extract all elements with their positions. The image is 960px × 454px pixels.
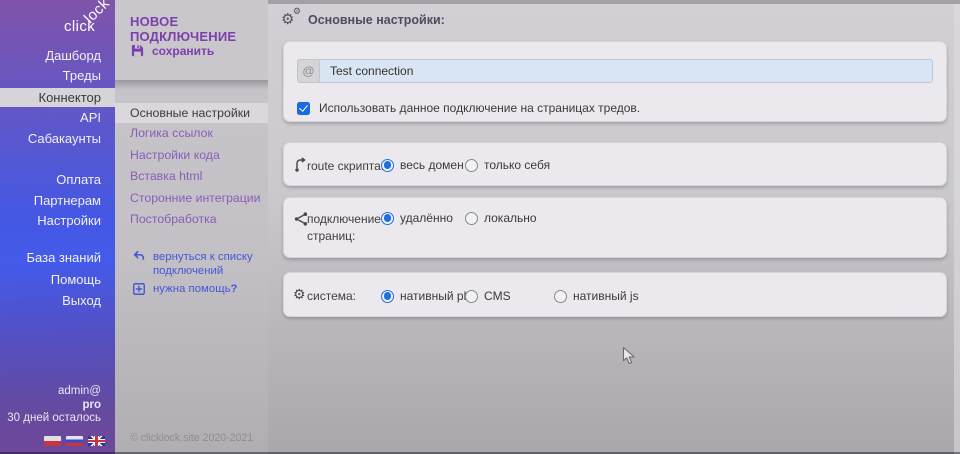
radio-label: CMS <box>484 289 511 303</box>
save-button-label: сохранить <box>152 44 214 58</box>
panel-item-integrations[interactable]: Сторонние интеграции <box>115 188 268 208</box>
sidebar-item-subaccounts[interactable]: Сабакаунты <box>0 130 115 148</box>
back-to-connections-link[interactable]: вернуться к списку подключений <box>132 250 259 278</box>
need-help-link[interactable]: нужна помощь? <box>132 282 259 296</box>
radio-label: локально <box>484 211 537 225</box>
mouse-cursor <box>622 346 636 366</box>
sidebar-item-help[interactable]: Помощь <box>0 271 115 289</box>
top-edge <box>268 0 960 4</box>
flag-white-red-icon[interactable] <box>44 436 61 446</box>
script-route-label: route скрипта: <box>307 159 384 173</box>
radio-native-js[interactable]: нативный js <box>554 289 639 303</box>
flag-uk-icon[interactable] <box>88 436 105 446</box>
help-link-label: нужна помощь? <box>153 282 259 296</box>
connection-name-group: @ <box>297 59 933 83</box>
account-info: admin@ pro 30 дней осталось <box>7 385 101 426</box>
panel-item-html-insert[interactable]: Вставка html <box>115 166 268 186</box>
panel-header: НОВОЕ ПОДКЛЮЧЕНИЕ сохранить <box>115 0 268 80</box>
sidebar-item-payment[interactable]: Оплата <box>0 171 115 189</box>
sidebar-item-threads[interactable]: Треды <box>0 67 115 85</box>
section-heading: ⚙⚙ Основные настройки: <box>281 11 445 29</box>
panel-divider-shadow <box>115 80 268 90</box>
radio-label: нативный js <box>573 289 639 303</box>
panel-title: НОВОЕ ПОДКЛЮЧЕНИЕ <box>130 14 268 44</box>
use-on-threads-label: Использовать данное подключение на стран… <box>319 101 640 115</box>
radio-button[interactable] <box>465 212 478 225</box>
radio-label: только себя <box>484 158 550 172</box>
radio-button[interactable] <box>465 159 478 172</box>
settings-gears-icon: ⚙⚙ <box>281 11 299 29</box>
flag-russia-icon[interactable] <box>66 436 83 446</box>
main-sidebar: click lock Дашборд Треды Коннектор API С… <box>0 0 115 454</box>
save-button[interactable]: сохранить <box>130 43 214 58</box>
language-switcher <box>44 436 105 446</box>
radio-button[interactable] <box>465 290 478 303</box>
sidebar-item-connector[interactable]: Коннектор <box>0 88 115 107</box>
sidebar-item-knowledge-base[interactable]: База знаний <box>0 249 115 267</box>
panel-item-postprocessing[interactable]: Постобработка <box>115 209 268 229</box>
sidebar-item-api[interactable]: API <box>0 109 115 127</box>
app-window: click lock Дашборд Треды Коннектор API С… <box>0 0 960 454</box>
help-plus-icon <box>132 282 146 296</box>
connection-panel: НОВОЕ ПОДКЛЮЧЕНИЕ сохранить Основные нас… <box>115 0 268 454</box>
radio-label: удалённо <box>400 211 453 225</box>
section-heading-label: Основные настройки: <box>308 13 445 27</box>
script-route-card: route скрипта: весь домен только себя <box>283 142 947 186</box>
radio-button[interactable] <box>381 212 394 225</box>
page-connection-card: подключение страниц: удалённо локально <box>283 197 947 258</box>
system-label: система: <box>307 289 356 303</box>
save-icon <box>130 43 145 58</box>
radio-label: весь домен <box>400 158 464 172</box>
account-email: admin@ <box>7 385 101 399</box>
radio-local[interactable]: локально <box>465 211 537 225</box>
radio-button[interactable] <box>381 290 394 303</box>
clicklock-logo: click lock <box>0 0 115 46</box>
radio-button[interactable] <box>554 290 567 303</box>
copyright: © clicklock.site 2020-2021 <box>130 432 253 444</box>
sidebar-item-logout[interactable]: Выход <box>0 292 115 310</box>
undo-arrow-icon <box>132 250 146 264</box>
account-plan: pro <box>7 399 101 413</box>
sidebar-item-settings[interactable]: Настройки <box>0 212 115 230</box>
back-link-label: вернуться к списку подключений <box>153 250 259 278</box>
radio-remote[interactable]: удалённо <box>381 211 453 225</box>
connection-name-input[interactable] <box>319 59 933 83</box>
main-content: ⚙⚙ Основные настройки: @ Использовать да… <box>268 0 960 454</box>
at-prefix-icon: @ <box>297 59 319 83</box>
panel-item-link-logic[interactable]: Логика ссылок <box>115 123 268 143</box>
account-days-left: 30 дней осталось <box>7 412 101 426</box>
connection-name-card: @ Использовать данное подключение на стр… <box>283 41 947 122</box>
radio-button[interactable] <box>381 159 394 172</box>
radio-only-self[interactable]: только себя <box>465 158 550 172</box>
sidebar-item-dashboard[interactable]: Дашборд <box>0 47 115 65</box>
panel-item-code-settings[interactable]: Настройки кода <box>115 145 268 165</box>
sidebar-item-partners[interactable]: Партнерам <box>0 192 115 210</box>
use-on-threads-checkbox[interactable] <box>297 102 310 115</box>
radio-cms[interactable]: CMS <box>465 289 511 303</box>
system-card: ⚙ система: нативный php CMS нативный js <box>283 272 947 317</box>
panel-item-main-settings[interactable]: Основные настройки <box>115 103 268 123</box>
use-on-threads-row[interactable]: Использовать данное подключение на стран… <box>297 101 640 115</box>
scrollbar-track[interactable] <box>954 4 960 454</box>
radio-whole-domain[interactable]: весь домен <box>381 158 464 172</box>
radio-native-php[interactable]: нативный php <box>381 289 477 303</box>
